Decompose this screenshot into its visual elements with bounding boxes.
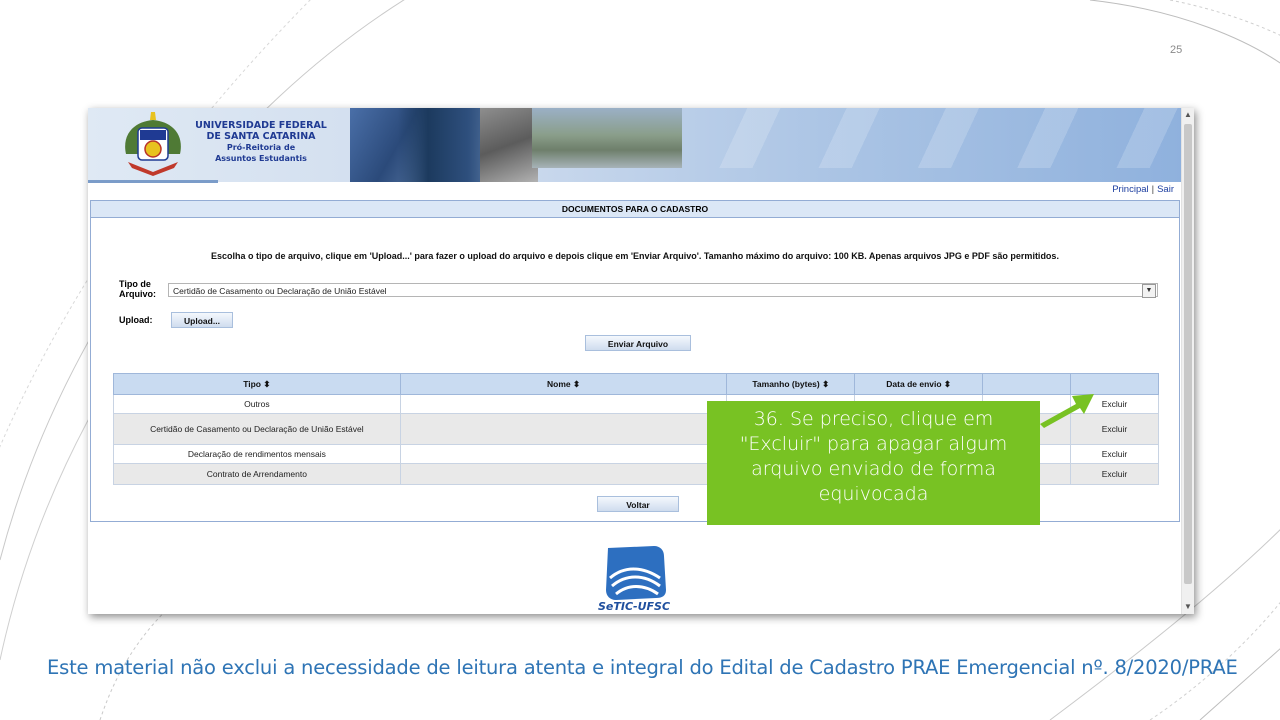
university-line-1: UNIVERSIDADE FEDERAL — [195, 120, 327, 131]
cell-tipo: Declaração de rendimentos mensais — [113, 444, 401, 464]
column-header-tamanho[interactable]: Tamanho (bytes) ⬍ — [726, 373, 856, 395]
table-header-row: Tipo ⬍ Nome ⬍ Tamanho (bytes) ⬍ Data de … — [113, 373, 1159, 395]
callout-line-3: arquivo enviado de forma — [751, 458, 996, 480]
cell-nome — [399, 463, 728, 485]
cell-tipo: Certidão de Casamento ou Declaração de U… — [113, 413, 401, 445]
callout-line-4: equivocada — [818, 483, 929, 505]
excluir-link[interactable]: Excluir — [1070, 444, 1159, 464]
scroll-thumb[interactable] — [1184, 124, 1192, 584]
callout-line-2: "Excluir" para apagar algum — [739, 433, 1008, 455]
arrow-right-icon — [1040, 394, 1094, 428]
setic-logo: SeTIC-UFSC — [594, 544, 674, 614]
scroll-down-arrow-icon[interactable]: ▼ — [1182, 600, 1194, 614]
callout-line-1: 36. Se preciso, clique em — [753, 408, 994, 430]
footer-note: Este material não exclui a necessidade d… — [47, 656, 1238, 679]
university-line-4: Assuntos Estudantis — [215, 154, 307, 163]
vertical-scrollbar[interactable]: ▲ ▼ — [1181, 108, 1194, 614]
chevron-down-icon[interactable]: ▼ — [1142, 284, 1156, 298]
tipo-label-line-1: Tipo de — [119, 279, 151, 289]
upload-label: Upload: — [119, 315, 153, 325]
sair-link[interactable]: Sair — [1157, 184, 1174, 195]
enviar-arquivo-button[interactable]: Enviar Arquivo — [585, 335, 691, 351]
page-number: 25 — [1170, 44, 1183, 56]
cell-nome — [399, 444, 728, 464]
cell-nome — [399, 413, 728, 445]
voltar-button[interactable]: Voltar — [597, 496, 679, 512]
upload-instructions: Escolha o tipo de arquivo, clique em 'Up… — [211, 251, 1059, 261]
tipo-label-line-2: Arquivo: — [119, 289, 156, 299]
tipo-arquivo-label: Tipo de Arquivo: — [119, 279, 156, 299]
browser-screenshot: UNIVERSIDADE FEDERAL DE SANTA CATARINA P… — [88, 108, 1194, 614]
instruction-callout: 36. Se preciso, clique em "Excluir" para… — [707, 401, 1040, 525]
excluir-link[interactable]: Excluir — [1070, 463, 1159, 485]
tipo-arquivo-select[interactable]: Certidão de Casamento ou Declaração de U… — [168, 283, 1158, 298]
ufsc-crest-icon — [125, 112, 181, 176]
column-header-tipo[interactable]: Tipo ⬍ — [113, 373, 401, 395]
cell-tipo: Contrato de Arrendamento — [113, 463, 401, 485]
page-content: UNIVERSIDADE FEDERAL DE SANTA CATARINA P… — [88, 108, 1182, 614]
university-line-2: DE SANTA CATARINA — [206, 131, 316, 142]
banner-photo-pen — [480, 108, 538, 182]
tipo-arquivo-selected-value: Certidão de Casamento ou Declaração de U… — [173, 286, 387, 296]
principal-link[interactable]: Principal — [1112, 184, 1148, 195]
university-line-3: Pró-Reitoria de — [226, 143, 296, 152]
scroll-up-arrow-icon[interactable]: ▲ — [1182, 108, 1194, 122]
column-header-data-envio[interactable]: Data de envio ⬍ — [854, 373, 984, 395]
column-header-nome[interactable]: Nome ⬍ — [399, 373, 728, 395]
university-name: UNIVERSIDADE FEDERAL DE SANTA CATARINA P… — [188, 120, 334, 164]
banner-photo-city — [532, 108, 682, 168]
link-separator: | — [1151, 184, 1155, 195]
panel-title: DOCUMENTOS PARA O CADASTRO — [91, 201, 1179, 218]
cell-tipo: Outros — [113, 394, 401, 414]
setic-logo-text: SeTIC-UFSC — [597, 600, 671, 613]
upload-button[interactable]: Upload... — [171, 312, 233, 328]
cell-nome — [399, 394, 728, 414]
banner-underline — [88, 180, 218, 183]
top-links: Principal | Sair — [1112, 184, 1174, 195]
setic-logo-icon — [606, 546, 666, 600]
banner-decoration — [648, 108, 1182, 168]
header-banner: UNIVERSIDADE FEDERAL DE SANTA CATARINA P… — [88, 108, 1182, 183]
